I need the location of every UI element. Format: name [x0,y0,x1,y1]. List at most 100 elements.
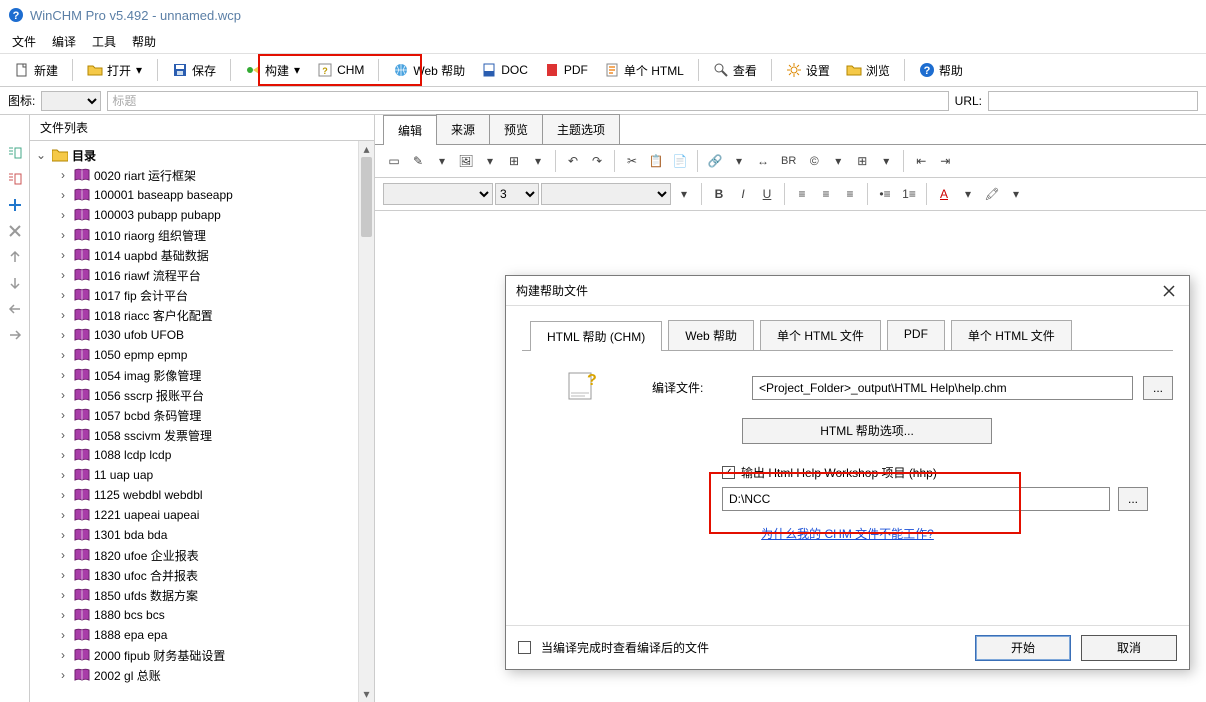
tree-toggle[interactable]: › [56,448,70,462]
new-button[interactable]: 新建 [8,59,64,82]
tree-toggle[interactable]: › [56,228,70,242]
browse-button[interactable]: 浏览 [840,59,896,82]
hhp-browse-button[interactable]: ... [1118,487,1148,511]
tree-item[interactable]: ›1016 riawf 流程平台 [54,265,372,285]
tree-item[interactable]: ›0020 riart 运行框架 [54,165,372,185]
tree-item[interactable]: ›1888 epa epa [54,625,372,645]
hhp-path-input[interactable] [722,487,1110,511]
editor-dropdown[interactable]: ▾ [827,150,849,172]
tree-toggle[interactable]: ⌄ [34,148,48,162]
tree-item[interactable]: ›1088 lcdp lcdp [54,445,372,465]
tree-toggle[interactable]: › [56,548,70,562]
list-bullet-icon[interactable]: •≡ [874,183,896,205]
dialog-tab-web[interactable]: Web 帮助 [668,320,754,350]
tree-toggle[interactable]: › [56,348,70,362]
scroll-thumb[interactable] [361,157,372,237]
dialog-tab-chm[interactable]: HTML 帮助 (CHM) [530,321,662,351]
dialog-tab-single2[interactable]: 单个 HTML 文件 [951,320,1072,350]
title-input[interactable] [107,91,948,111]
tree-item[interactable]: ›1830 ufoc 合并报表 [54,565,372,585]
tree-item[interactable]: ›1010 riaorg 组织管理 [54,225,372,245]
editor-dropdown[interactable]: ▾ [875,150,897,172]
cancel-button[interactable]: 取消 [1081,635,1177,661]
tab-preview[interactable]: 预览 [489,114,543,144]
align-left-icon[interactable]: ≡ [791,183,813,205]
pdf-button[interactable]: PDF [538,59,594,81]
tree-toggle[interactable]: › [56,248,70,262]
tree-item[interactable]: ›1850 ufds 数据方案 [54,585,372,605]
single-html-button[interactable]: 单个 HTML [598,59,690,82]
tree-toggle[interactable]: › [56,608,70,622]
menu-file[interactable]: 文件 [12,33,36,50]
tree-collapse-icon[interactable] [7,171,23,187]
tab-source[interactable]: 来源 [436,114,490,144]
icon-select[interactable] [41,91,101,111]
tree-toggle[interactable]: › [56,588,70,602]
editor-btn[interactable]: ▭ [383,150,405,172]
tree-toggle[interactable]: › [56,568,70,582]
open-button[interactable]: 打开 ▾ [81,59,149,82]
editor-dropdown[interactable]: ▾ [479,150,501,172]
tree-item[interactable]: ›2002 gl 总账 [54,665,372,685]
save-button[interactable]: 保存 [166,59,222,82]
tree-toggle[interactable]: › [56,388,70,402]
tree-root[interactable]: ⌄ 目录 [32,145,372,165]
tree-item[interactable]: ›2000 fipub 财务基础设置 [54,645,372,665]
copyright-icon[interactable]: © [803,150,825,172]
move-down-icon[interactable] [7,275,23,291]
font-color-icon[interactable]: A [933,183,955,205]
editor-btn[interactable]: 📄 [669,150,691,172]
compile-file-input[interactable] [752,376,1133,400]
indent-icon[interactable]: ⇥ [934,150,956,172]
editor-dropdown[interactable]: ▾ [673,183,695,205]
tree-toggle[interactable]: › [56,268,70,282]
tree-item[interactable]: ›1017 fip 会计平台 [54,285,372,305]
tree-item[interactable]: ›1054 imag 影像管理 [54,365,372,385]
editor-dropdown[interactable]: ▾ [431,150,453,172]
chm-button[interactable]: ? CHM [311,59,370,81]
tree-item[interactable]: ›1030 ufob UFOB [54,325,372,345]
align-right-icon[interactable]: ≡ [839,183,861,205]
tree-toggle[interactable]: › [56,648,70,662]
tree-item[interactable]: ›1820 ufoe 企业报表 [54,545,372,565]
menu-compile[interactable]: 编译 [52,33,76,50]
tree-item[interactable]: ›11 uap uap [54,465,372,485]
editor-btn[interactable]: ↔ [752,150,774,172]
editor-dropdown[interactable]: ▾ [527,150,549,172]
scroll-up-icon[interactable]: ▴ [359,141,374,157]
tree-scrollbar[interactable]: ▴ ▾ [358,141,374,702]
move-right-icon[interactable] [7,327,23,343]
tree-item[interactable]: ›1050 epmp epmp [54,345,372,365]
editor-btn[interactable]: ⊞ [503,150,525,172]
html-help-options-button[interactable]: HTML 帮助选项... [742,418,992,444]
tree-item[interactable]: ›1880 bcs bcs [54,605,372,625]
editor-dropdown[interactable]: ▾ [728,150,750,172]
tree-toggle[interactable]: › [56,468,70,482]
tab-topic-options[interactable]: 主题选项 [542,114,620,144]
tree-item[interactable]: ›1058 sscivm 发票管理 [54,425,372,445]
font-family-select[interactable] [383,183,493,205]
align-center-icon[interactable]: ≡ [815,183,837,205]
editor-btn[interactable]: 🖼 [455,150,477,172]
editor-btn[interactable]: ✎ [407,150,429,172]
tree-item[interactable]: ›1057 bcbd 条码管理 [54,405,372,425]
start-button[interactable]: 开始 [975,635,1071,661]
tree-item[interactable]: ›100003 pubapp pubapp [54,205,372,225]
editor-btn[interactable]: ⊞ [851,150,873,172]
webhelp-button[interactable]: Web 帮助 [387,59,471,82]
tree-toggle[interactable]: › [56,168,70,182]
style-select[interactable] [541,183,671,205]
compile-browse-button[interactable]: ... [1143,376,1173,400]
br-icon[interactable]: BR [776,150,801,172]
tree-item[interactable]: ›1301 bda bda [54,525,372,545]
tree-toggle[interactable]: › [56,508,70,522]
tree-item[interactable]: ›100001 baseapp baseapp [54,185,372,205]
doc-button[interactable]: DOC [475,59,534,81]
underline-icon[interactable]: U [756,183,778,205]
build-button[interactable]: 构建 ▾ [239,59,307,82]
tree-toggle[interactable]: › [56,208,70,222]
url-input[interactable] [988,91,1198,111]
editor-btn[interactable]: ✂ [621,150,643,172]
tree-expand-icon[interactable] [7,145,23,161]
tree-toggle[interactable]: › [56,188,70,202]
